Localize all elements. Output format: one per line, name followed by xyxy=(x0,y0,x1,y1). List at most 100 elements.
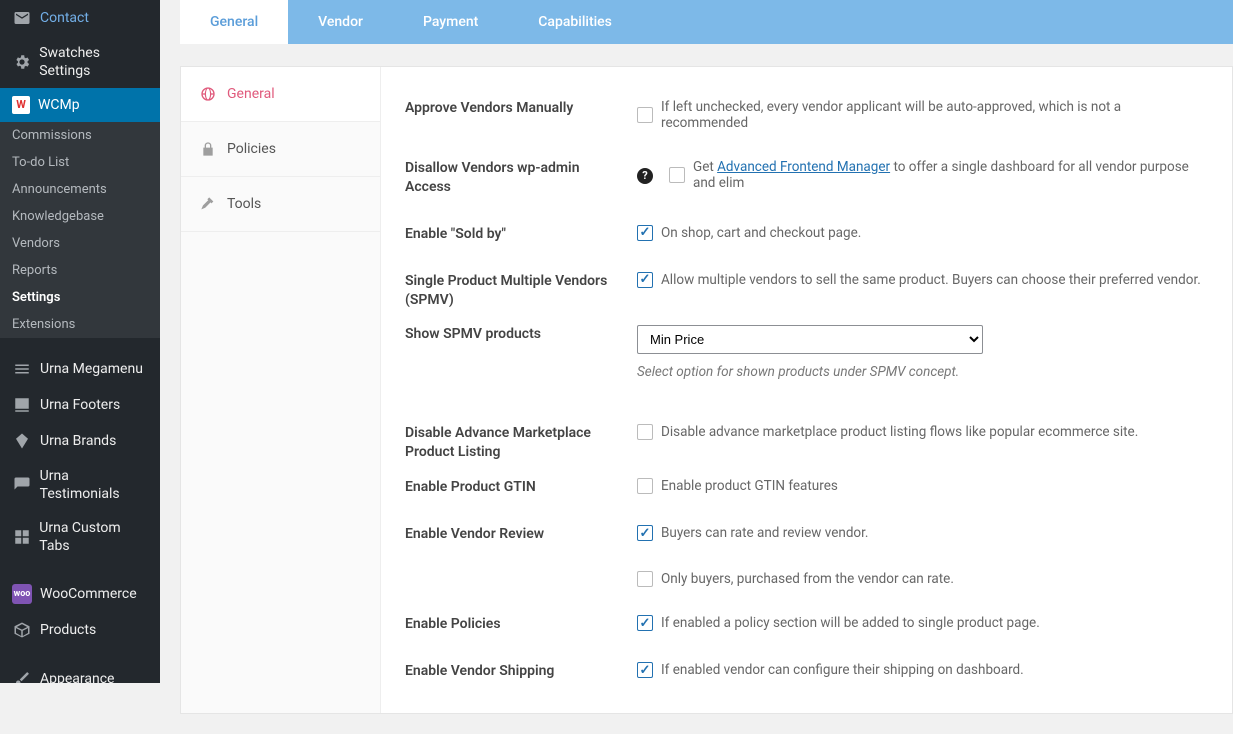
brush-icon xyxy=(12,669,32,683)
sidebar-sub-announcements[interactable]: Announcements xyxy=(0,176,160,203)
checkbox-only-buyers-rate[interactable] xyxy=(637,571,653,587)
sidebar-sub-commissions[interactable]: Commissions xyxy=(0,122,160,149)
sidebar-sub-settings[interactable]: Settings xyxy=(0,284,160,311)
vnav-policies[interactable]: Policies xyxy=(181,122,380,177)
hammer-icon xyxy=(199,195,217,213)
label-enable-policies: Enable Policies xyxy=(405,615,637,634)
tab-vendor[interactable]: Vendor xyxy=(288,0,393,44)
label-spmv: Single Product Multiple Vendors (SPMV) xyxy=(405,272,637,310)
desc-gtin: Enable product GTIN features xyxy=(661,478,838,494)
sidebar-item-label: Swatches Settings xyxy=(39,44,150,80)
help-show-spmv: Select option for shown products under S… xyxy=(637,364,1208,380)
sidebar-item-brands[interactable]: Urna Brands xyxy=(0,423,160,459)
checkbox-vendor-shipping[interactable] xyxy=(637,662,653,678)
select-show-spmv[interactable]: Min Price xyxy=(637,325,983,354)
checkbox-disable-amp[interactable] xyxy=(637,424,653,440)
sidebar-submenu-wcmp: Commissions To-do List Announcements Kno… xyxy=(0,122,160,338)
testimonials-icon xyxy=(12,475,32,495)
sidebar-item-label: Products xyxy=(40,621,96,639)
sidebar-item-label: Urna Testimonials xyxy=(40,467,150,503)
tab-capabilities[interactable]: Capabilities xyxy=(508,0,642,44)
wcmp-icon: W xyxy=(12,96,30,114)
mail-icon xyxy=(12,8,32,28)
woo-icon: woo xyxy=(12,584,32,604)
sidebar-item-label: WooCommerce xyxy=(40,585,137,603)
sidebar-item-customtabs[interactable]: Urna Custom Tabs xyxy=(0,511,160,563)
label-gtin: Enable Product GTIN xyxy=(405,478,637,497)
row-vendor-review: Enable Vendor Review Buyers can rate and… xyxy=(405,511,1208,601)
box-icon xyxy=(12,620,32,640)
checkbox-spmv[interactable] xyxy=(637,272,653,288)
desc-approve-vendors: If left unchecked, every vendor applican… xyxy=(661,99,1208,131)
desc-disable-amp: Disable advance marketplace product list… xyxy=(661,424,1138,440)
tab-payment[interactable]: Payment xyxy=(393,0,508,44)
label-soldby: Enable "Sold by" xyxy=(405,225,637,244)
desc-spmv: Allow multiple vendors to sell the same … xyxy=(661,272,1201,288)
sidebar-item-label: Urna Megamenu xyxy=(40,360,143,378)
gear-icon xyxy=(12,52,31,72)
desc-only-buyers-rate: Only buyers, purchased from the vendor c… xyxy=(661,571,954,587)
settings-sidenav: General Policies Tools xyxy=(181,67,381,713)
row-enable-policies: Enable Policies If enabled a policy sect… xyxy=(405,601,1208,648)
label-vendor-review: Enable Vendor Review xyxy=(405,525,637,544)
sidebar-item-woocommerce[interactable]: woo WooCommerce xyxy=(0,576,160,612)
sidebar-sub-knowledgebase[interactable]: Knowledgebase xyxy=(0,203,160,230)
sidebar-item-appearance[interactable]: Appearance xyxy=(0,661,160,683)
vnav-general[interactable]: General xyxy=(181,67,380,122)
vnav-label: Policies xyxy=(227,141,276,157)
sidebar-item-label: Urna Brands xyxy=(40,432,116,450)
diamond-icon xyxy=(12,431,32,451)
main-content: General Vendor Payment Capabilities Gene… xyxy=(160,0,1233,734)
desc-disallow-wpadmin: Get Advanced Frontend Manager to offer a… xyxy=(693,159,1208,191)
sidebar-sub-extensions[interactable]: Extensions xyxy=(0,311,160,338)
label-vendor-shipping: Enable Vendor Shipping xyxy=(405,662,637,681)
footer-icon xyxy=(12,395,32,415)
sidebar-item-contact[interactable]: Contact xyxy=(0,0,160,36)
help-icon[interactable]: ? xyxy=(637,168,653,184)
sidebar-item-label: Appearance xyxy=(40,670,114,683)
checkbox-vendor-review[interactable] xyxy=(637,525,653,541)
desc-enable-policies: If enabled a policy section will be adde… xyxy=(661,615,1040,631)
sidebar-item-label: Urna Custom Tabs xyxy=(39,519,150,555)
vnav-label: Tools xyxy=(227,196,261,212)
checkbox-enable-policies[interactable] xyxy=(637,615,653,631)
sidebar-item-products[interactable]: Products xyxy=(0,612,160,648)
row-soldby: Enable "Sold by" On shop, cart and check… xyxy=(405,211,1208,258)
row-spmv: Single Product Multiple Vendors (SPMV) A… xyxy=(405,258,1208,324)
admin-sidebar: Contact Swatches Settings W WCMp Commiss… xyxy=(0,0,160,683)
checkbox-gtin[interactable] xyxy=(637,478,653,494)
sidebar-item-wcmp[interactable]: W WCMp xyxy=(0,88,160,122)
checkbox-approve-vendors[interactable] xyxy=(637,107,653,123)
sidebar-item-footers[interactable]: Urna Footers xyxy=(0,387,160,423)
vnav-tools[interactable]: Tools xyxy=(181,177,380,232)
desc-vendor-shipping: If enabled vendor can configure their sh… xyxy=(661,662,1024,678)
label-show-spmv: Show SPMV products xyxy=(405,325,637,344)
settings-tabs: General Vendor Payment Capabilities xyxy=(180,0,1233,44)
row-disallow-wpadmin: Disallow Vendors wp-admin Access ? Get A… xyxy=(405,145,1208,211)
sidebar-item-megamenu[interactable]: Urna Megamenu xyxy=(0,351,160,387)
sidebar-sub-todo[interactable]: To-do List xyxy=(0,149,160,176)
label-approve-vendors: Approve Vendors Manually xyxy=(405,99,637,118)
sidebar-sub-vendors[interactable]: Vendors xyxy=(0,230,160,257)
sidebar-item-label: Urna Footers xyxy=(40,396,120,414)
row-gtin: Enable Product GTIN Enable product GTIN … xyxy=(405,476,1208,511)
label-disallow-wpadmin: Disallow Vendors wp-admin Access xyxy=(405,159,637,197)
sidebar-item-testimonials[interactable]: Urna Testimonials xyxy=(0,459,160,511)
settings-form: Approve Vendors Manually If left uncheck… xyxy=(381,67,1232,713)
lock-icon xyxy=(199,140,217,158)
tab-general[interactable]: General xyxy=(180,0,288,44)
label-disable-amp: Disable Advance Marketplace Product List… xyxy=(405,424,637,462)
sidebar-item-label: WCMp xyxy=(38,96,80,114)
desc-vendor-review: Buyers can rate and review vendor. xyxy=(661,525,868,541)
checkbox-disallow-wpadmin[interactable] xyxy=(669,167,685,183)
vnav-label: General xyxy=(227,86,275,102)
sidebar-sub-reports[interactable]: Reports xyxy=(0,257,160,284)
checkbox-soldby[interactable] xyxy=(637,225,653,241)
grid-icon xyxy=(12,527,31,547)
globe-icon xyxy=(199,85,217,103)
link-afm[interactable]: Advanced Frontend Manager xyxy=(717,159,890,175)
sidebar-item-swatches[interactable]: Swatches Settings xyxy=(0,36,160,88)
row-approve-vendors: Approve Vendors Manually If left uncheck… xyxy=(405,85,1208,145)
desc-soldby: On shop, cart and checkout page. xyxy=(661,225,861,241)
settings-panel: General Policies Tools Approve Vendors M… xyxy=(180,66,1233,714)
